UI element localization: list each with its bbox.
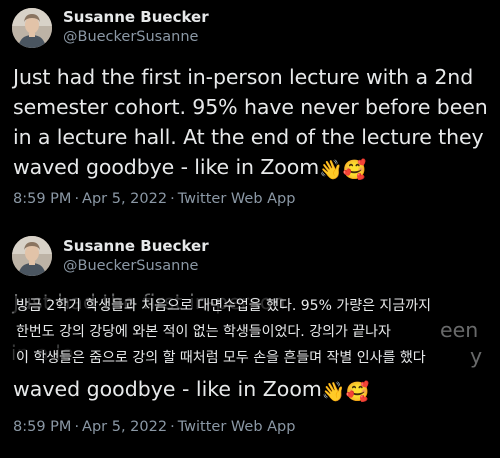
tweet-text-line: semester cohort. 95% have never before b… <box>13 95 488 119</box>
tweet-text-line: in a lecture hall. At the end of the lec… <box>13 125 484 149</box>
tweet-meta: 8:59 PM · Apr 5, 2022 · Twitter Web App <box>13 419 295 435</box>
profile-photo-icon <box>12 8 52 48</box>
tweet-text-fragment: waved goodbye - like in Zoom <box>13 377 322 401</box>
smiling-face-with-hearts-icon: 🥰 <box>345 381 370 403</box>
avatar[interactable] <box>12 8 52 48</box>
separator-dot: · <box>74 191 80 207</box>
avatar[interactable] <box>12 236 52 276</box>
tweet-date[interactable]: Apr 5, 2022 <box>82 191 167 207</box>
separator-dot: · <box>170 419 175 435</box>
tweet-meta: 8:59 PM · Apr 5, 2022 · Twitter Web App <box>13 191 295 207</box>
profile-photo-icon <box>12 236 52 276</box>
tweet-time[interactable]: 8:59 PM <box>13 191 71 207</box>
tweet-text-fragment: waved goodbye - like in Zoom <box>13 155 320 179</box>
translated-text-overlay: Just had the first in-person een y in a … <box>0 286 500 386</box>
tweet-text-line: Just had the first in-person lecture wit… <box>13 65 474 89</box>
author-name[interactable]: Susanne Buecker <box>63 8 209 26</box>
author-handle[interactable]: @BueckerSusanne <box>63 29 198 45</box>
separator-dot: · <box>74 419 80 435</box>
tweet-text-line-last: waved goodbye - like in Zoom👋🥰 <box>13 374 369 404</box>
tweet-text: Just had the first in-person lecture wit… <box>13 62 499 182</box>
translation-line: 방금 2학기 학생들과 처음으로 대면수업을 했다. 95% 가량은 지금까지 <box>14 296 433 316</box>
translation-line: 한번도 강의 강당에 와본 적이 없는 학생들이었다. 강의가 끝나자 <box>14 322 393 342</box>
author-handle[interactable]: @BueckerSusanne <box>63 258 198 274</box>
separator-dot: · <box>170 191 175 207</box>
tweet-card[interactable]: Susanne Buecker @BueckerSusanne Just had… <box>0 0 500 222</box>
translation-line: 이 학생들은 줌으로 강의 할 때처럼 모두 손을 흔들며 작별 인사를 했다 <box>14 348 428 368</box>
tweet-source[interactable]: Twitter Web App <box>178 191 296 207</box>
original-text-ghost: een <box>440 318 479 342</box>
tweet-text-line-last: waved goodbye - like in Zoom👋🥰 <box>13 152 499 182</box>
author-name[interactable]: Susanne Buecker <box>63 237 209 255</box>
tweet-time[interactable]: 8:59 PM <box>13 419 71 435</box>
tweet-card[interactable]: Susanne Buecker @BueckerSusanne Just had… <box>0 224 500 458</box>
smiling-face-with-hearts-icon: 🥰 <box>342 159 367 181</box>
original-text-ghost: y <box>470 344 483 368</box>
waving-hand-icon: 👋 <box>321 381 346 403</box>
tweet-source[interactable]: Twitter Web App <box>178 419 296 435</box>
tweet-date[interactable]: Apr 5, 2022 <box>82 419 167 435</box>
waving-hand-icon: 👋 <box>319 159 343 181</box>
